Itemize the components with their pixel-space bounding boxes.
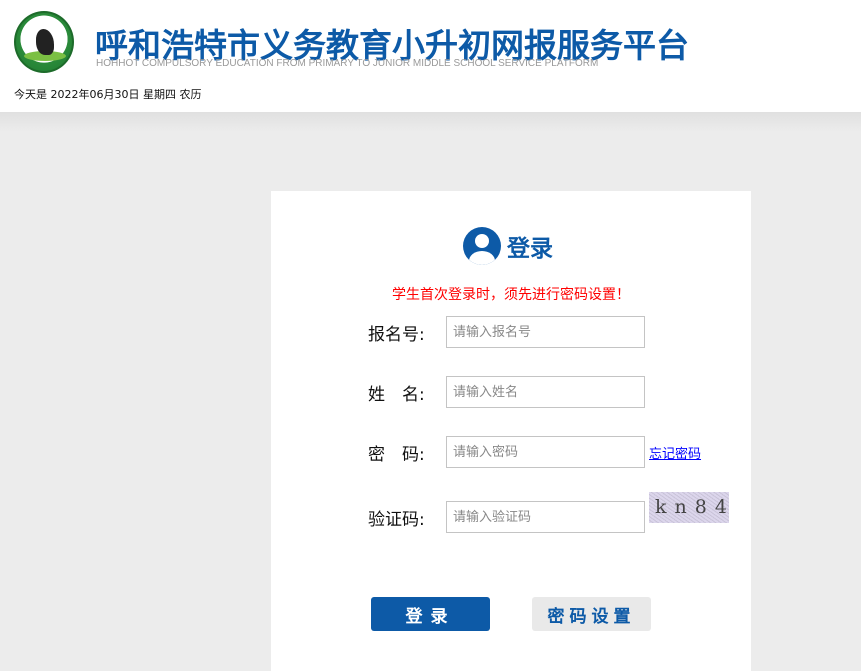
captcha-label: 验证码: <box>368 509 425 530</box>
site-subtitle: HOHHOT COMPULSORY EDUCATION FROM PRIMARY… <box>96 58 599 69</box>
header-shadow <box>0 112 861 132</box>
row-captcha: 验证码: <box>368 501 645 533</box>
logo <box>14 11 74 73</box>
login-heading: 登录 <box>463 227 553 265</box>
name-label: 姓 名: <box>368 384 425 405</box>
captcha-image[interactable]: kn84 <box>649 492 729 523</box>
password-input[interactable] <box>446 436 645 468</box>
row-name: 姓 名: <box>368 376 645 408</box>
registration-number-label: 报名号: <box>368 324 425 345</box>
header: 呼和浩特市义务教育小升初网报服务平台 HOHHOT COMPULSORY EDU… <box>0 0 861 112</box>
row-registration-number: 报名号: <box>368 316 645 348</box>
date-text: 今天是 2022年06月30日 星期四 农历 <box>14 88 202 101</box>
login-title: 登录 <box>507 236 553 262</box>
login-button[interactable]: 登录 <box>371 597 490 631</box>
captcha-input[interactable] <box>446 501 645 533</box>
user-icon <box>463 227 501 265</box>
registration-number-input[interactable] <box>446 316 645 348</box>
set-password-button[interactable]: 密码设置 <box>532 597 651 631</box>
notice-text: 学生首次登录时，须先进行密码设置！ <box>392 287 630 303</box>
row-password: 密 码: 忘记密码 <box>368 436 701 468</box>
forgot-password-link[interactable]: 忘记密码 <box>649 443 701 462</box>
name-input[interactable] <box>446 376 645 408</box>
login-panel: 登录 学生首次登录时，须先进行密码设置！ 报名号: 姓 名: 密 码: 忘记密码… <box>271 191 751 671</box>
password-label: 密 码: <box>368 444 425 465</box>
